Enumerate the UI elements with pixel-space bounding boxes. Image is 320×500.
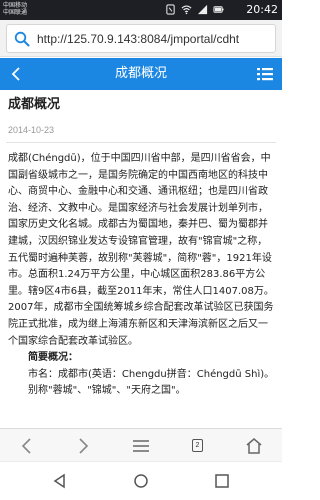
status-time: 20:42 [246,3,278,16]
nav-back-icon[interactable] [52,473,68,489]
status-bar: 中国移动 中国联通 20:42 [0,0,282,20]
carrier-info: 中国移动 中国联通 [3,2,27,16]
article-date: 2014-10-23 [8,125,55,135]
article-title: 成都概况 [8,97,61,112]
nav-home-icon[interactable] [133,473,149,489]
battery-icon [213,6,224,13]
app-header: 成都概况 [0,58,282,90]
nav-recent-icon[interactable] [214,473,230,489]
hamburger-menu-icon[interactable] [131,436,151,456]
browser-url-bar: http://125.70.9.143:8084/jmportal/cdht [0,20,282,57]
carrier-line-1: 中国移动 [3,2,28,9]
browser-toolbar: 2 [0,428,282,461]
header-title: 成都概况 [114,66,167,81]
article-paragraph: 成都(Chéngdū)，位于中国四川省中部，是四川省省会，中国副省级城市之一，是… [8,153,274,347]
status-icons [165,4,224,15]
chevron-left-icon[interactable] [10,66,22,82]
system-nav-bar [0,461,282,500]
back-arrow-icon[interactable] [17,436,37,456]
article-body: 成都(Chéngdū)，位于中国四川省中部，是四川省省会，中国副省级城市之一，是… [8,151,276,400]
forward-arrow-icon[interactable] [73,436,93,456]
list-menu-icon[interactable] [256,66,274,82]
wifi-icon [181,5,192,15]
tabs-button[interactable]: 2 [188,436,208,456]
search-icon[interactable] [14,31,30,47]
signal-icon [197,4,208,15]
url-field[interactable]: http://125.70.9.143:8084/jmportal/cdht [6,24,276,53]
tab-count[interactable]: 2 [192,439,203,452]
home-icon[interactable] [244,436,264,456]
title-divider [6,142,276,143]
article-summary: 市名：成都市(英语：Chengdu拼音：Chéngdū Shì)。别称"蓉城"、… [28,368,275,397]
article-subheading: 简要概况： [28,352,78,364]
url-text[interactable]: http://125.70.9.143:8084/jmportal/cdht [37,31,273,47]
nfc-icon [166,4,175,15]
article-content[interactable]: 成都概况 2014-10-23 成都(Chéngdū)，位于中国四川省中部，是四… [0,90,282,428]
carrier-line-2: 中国联通 [3,9,28,16]
